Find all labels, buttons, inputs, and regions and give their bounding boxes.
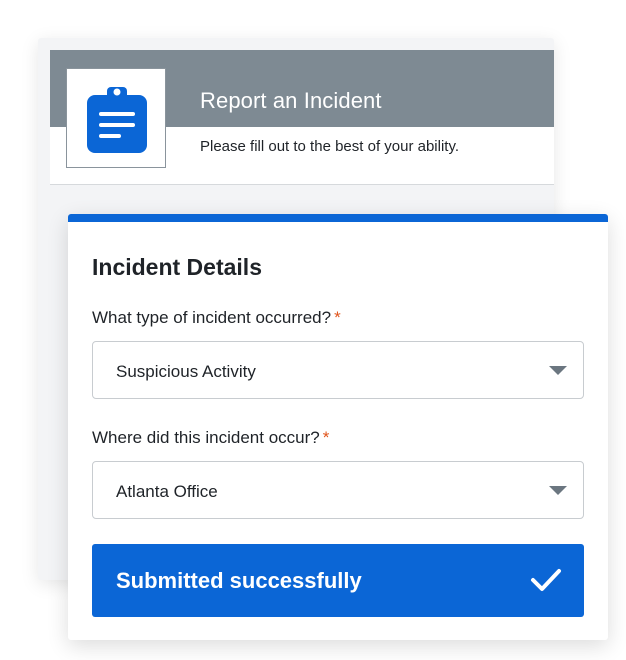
chevron-down-icon <box>549 366 567 375</box>
chevron-down-icon <box>549 486 567 495</box>
required-marker: * <box>322 428 330 447</box>
submit-button[interactable]: Submitted successfully <box>92 544 584 617</box>
incident-location-label: Where did this incident occur? * <box>92 428 329 448</box>
incident-location-value: Atlanta Office <box>116 482 218 501</box>
incident-type-label: What type of incident occurred? * <box>92 308 341 328</box>
incident-location-select[interactable]: Atlanta Office <box>92 461 584 519</box>
page-subtitle: Please fill out to the best of your abil… <box>200 138 460 155</box>
page-title: Report an Incident <box>200 88 382 113</box>
section-title: Incident Details <box>92 254 262 280</box>
incident-type-label-text: What type of incident occurred? <box>92 308 332 327</box>
incident-location-label-text: Where did this incident occur? <box>92 428 320 447</box>
clipboard-icon <box>87 87 147 153</box>
logo-box <box>66 68 166 168</box>
incident-type-value: Suspicious Activity <box>116 362 256 381</box>
submit-button-label: Submitted successfully <box>116 568 362 593</box>
check-icon <box>531 569 561 591</box>
required-marker: * <box>334 308 341 327</box>
incident-type-select[interactable]: Suspicious Activity <box>92 341 584 399</box>
